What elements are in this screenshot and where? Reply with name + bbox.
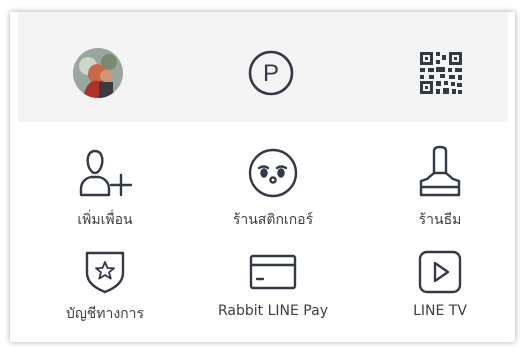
sticker-shop-label: ร้านสติกเกอร์ <box>232 212 314 228</box>
sticker-shop-button[interactable]: ร้านสติกเกอร์ <box>203 143 343 243</box>
points-button[interactable]: P <box>246 48 296 98</box>
official-accounts-label: บัญชีทางการ <box>65 306 145 322</box>
points-glyph: P <box>263 60 279 87</box>
play-icon <box>418 250 462 294</box>
shield-star-icon <box>85 251 125 294</box>
card-icon <box>249 254 297 290</box>
brush-icon <box>419 145 461 197</box>
profile-photo <box>73 48 123 98</box>
quick-actions-bar: P <box>18 12 508 122</box>
profile-avatar-button[interactable] <box>73 48 123 98</box>
theme-shop-label: ร้านธีม <box>418 212 462 228</box>
qr-code-button[interactable] <box>416 48 466 98</box>
add-friend-button[interactable]: เพิ่มเพื่อน <box>35 143 175 243</box>
rabbit-line-pay-label: Rabbit LINE Pay <box>218 303 328 319</box>
add-friend-label: เพิ่มเพื่อน <box>77 212 133 228</box>
line-tv-button[interactable]: LINE TV <box>370 247 510 347</box>
sticker-face-icon <box>248 148 298 198</box>
qr-code-icon <box>420 52 462 94</box>
add-friend-icon <box>79 149 133 197</box>
line-tv-label: LINE TV <box>413 303 467 319</box>
theme-shop-button[interactable]: ร้านธีม <box>370 143 510 243</box>
rabbit-line-pay-button[interactable]: Rabbit LINE Pay <box>203 247 343 347</box>
avatar <box>73 48 123 98</box>
p-circle-icon: P <box>248 50 294 96</box>
official-accounts-button[interactable]: บัญชีทางการ <box>35 247 175 347</box>
